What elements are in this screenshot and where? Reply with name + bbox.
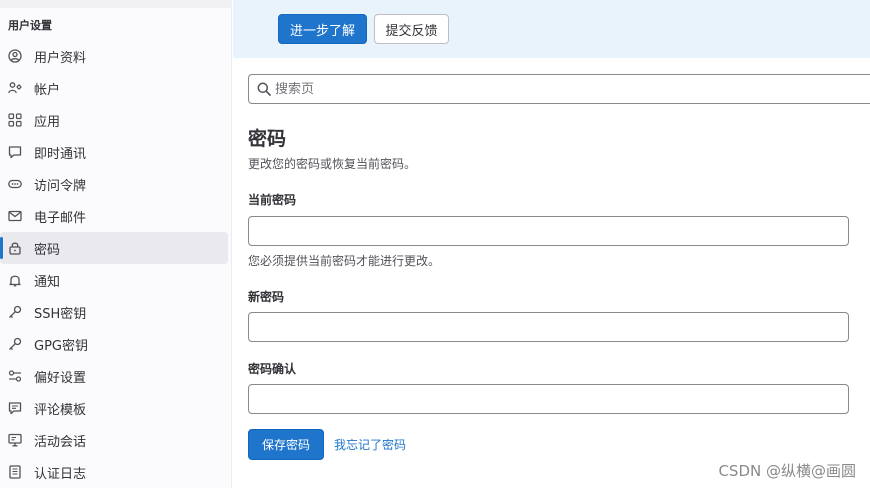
sidebar-item-label: 密码 xyxy=(34,242,61,258)
new-password-label: 新密码 xyxy=(248,290,285,304)
sidebar-item-label: 应用 xyxy=(34,114,61,130)
comment-template-icon xyxy=(8,401,22,415)
sidebar-title: 用户设置 xyxy=(8,19,52,32)
sidebar-item-label: 活动会话 xyxy=(34,434,87,450)
sidebar-item-account[interactable]: 帐户 xyxy=(0,72,228,104)
sidebar-item-label: 偏好设置 xyxy=(34,370,87,386)
bell-icon xyxy=(8,273,22,287)
watermark: CSDN @纵横@画圆 xyxy=(718,462,856,480)
lock-icon xyxy=(8,241,22,255)
sidebar-item-active-sessions[interactable]: 活动会话 xyxy=(0,424,228,456)
monitor-icon xyxy=(8,433,22,447)
sidebar-item-label: 用户资料 xyxy=(34,50,87,66)
sidebar-item-label: 访问令牌 xyxy=(34,178,87,194)
sidebar-item-label: 电子邮件 xyxy=(34,210,87,226)
forgot-password-link[interactable]: 我忘记了密码 xyxy=(334,436,406,453)
feedback-banner: 进一步了解 提交反馈 xyxy=(233,0,870,58)
current-password-label: 当前密码 xyxy=(248,193,297,207)
sidebar-top-strip xyxy=(0,0,232,8)
sidebar-item-ssh-keys[interactable]: SSH密钥 xyxy=(0,296,228,328)
confirm-password-label: 密码确认 xyxy=(248,362,297,376)
submit-feedback-button[interactable]: 提交反馈 xyxy=(374,14,449,44)
token-icon xyxy=(8,177,22,191)
preferences-icon xyxy=(8,369,22,383)
sidebar-item-label: 即时通讯 xyxy=(34,146,87,162)
sidebar-item-label: 评论模板 xyxy=(34,402,87,418)
sidebar-item-chat[interactable]: 即时通讯 xyxy=(0,136,228,168)
chat-icon xyxy=(8,145,22,159)
sidebar-item-comment-templates[interactable]: 评论模板 xyxy=(0,392,228,424)
key-icon xyxy=(8,305,22,319)
applications-icon xyxy=(8,113,22,127)
user-circle-icon xyxy=(8,49,22,63)
search-input[interactable] xyxy=(275,81,835,97)
current-password-field[interactable] xyxy=(248,216,849,246)
key-icon xyxy=(8,337,22,351)
sidebar-item-applications[interactable]: 应用 xyxy=(0,104,228,136)
sidebar-item-preferences[interactable]: 偏好设置 xyxy=(0,360,228,392)
sidebar-item-label: 通知 xyxy=(34,274,61,290)
save-password-button[interactable]: 保存密码 xyxy=(248,429,324,460)
sidebar-item-password[interactable]: 密码 xyxy=(0,232,228,264)
search-box[interactable] xyxy=(248,74,870,104)
page-title: 密码 xyxy=(248,128,287,150)
sidebar-item-notifications[interactable]: 通知 xyxy=(0,264,228,296)
mail-icon xyxy=(8,209,22,223)
current-password-help: 您必须提供当前密码才能进行更改。 xyxy=(248,254,441,268)
settings-sidebar: 用户设置 用户资料 帐户 应用 即时通讯 访问令牌 电子邮件 密码 通知 SSH… xyxy=(0,0,232,488)
confirm-password-field[interactable] xyxy=(248,384,849,414)
sidebar-item-label: 帐户 xyxy=(34,82,61,98)
sidebar-item-label: GPG密钥 xyxy=(34,338,88,354)
sidebar-item-profile[interactable]: 用户资料 xyxy=(0,40,228,72)
sidebar-item-emails[interactable]: 电子邮件 xyxy=(0,200,228,232)
new-password-field[interactable] xyxy=(248,312,849,342)
sidebar-item-gpg-keys[interactable]: GPG密钥 xyxy=(0,328,228,360)
learn-more-button[interactable]: 进一步了解 xyxy=(278,14,367,44)
sidebar-item-label: SSH密钥 xyxy=(34,306,87,322)
page-description: 更改您的密码或恢复当前密码。 xyxy=(248,157,417,171)
sidebar-item-label: 认证日志 xyxy=(34,466,87,482)
search-icon xyxy=(257,82,271,96)
log-icon xyxy=(8,465,22,479)
account-icon xyxy=(8,81,22,95)
sidebar-item-access-tokens[interactable]: 访问令牌 xyxy=(0,168,228,200)
sidebar-list: 用户资料 帐户 应用 即时通讯 访问令牌 电子邮件 密码 通知 SSH密钥 GP… xyxy=(0,40,232,488)
sidebar-item-auth-log[interactable]: 认证日志 xyxy=(0,456,228,488)
